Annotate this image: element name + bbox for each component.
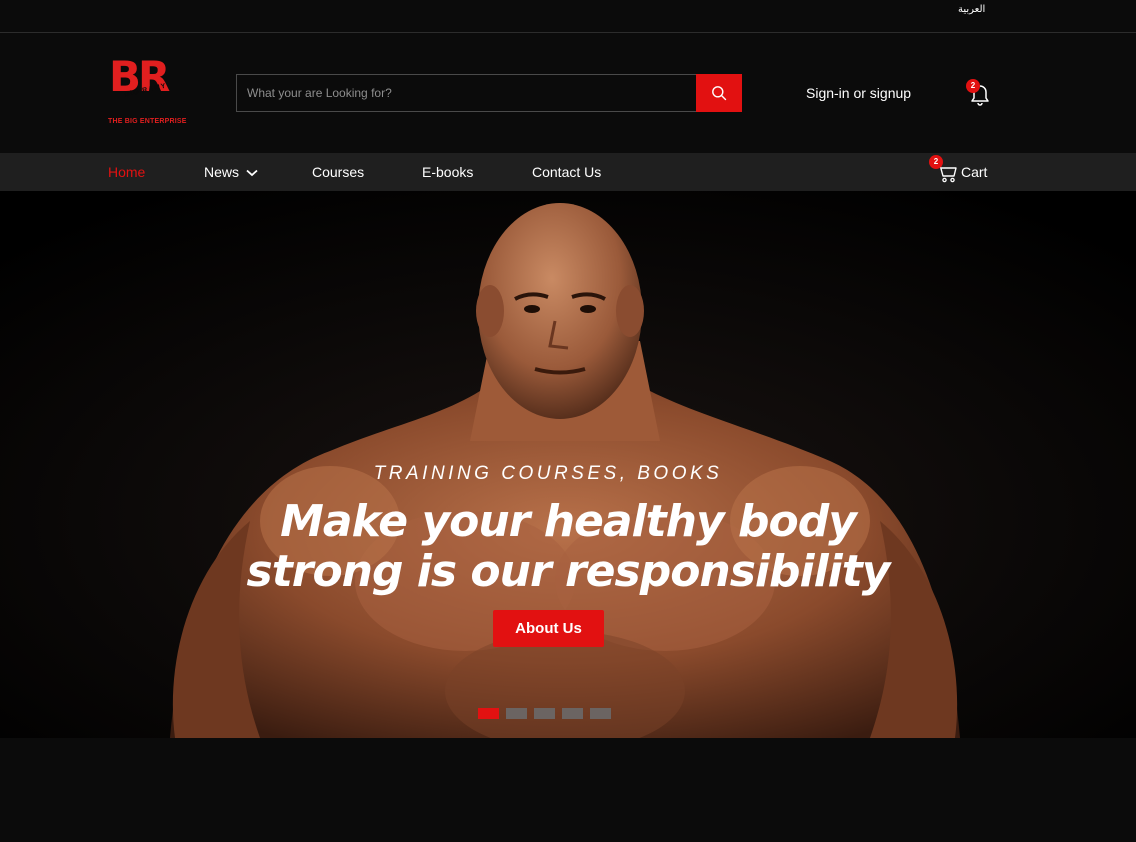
search-bar	[236, 74, 742, 112]
header: BR BIG RAMY THE BIG ENTERPRISE Sign-in o…	[0, 33, 1136, 153]
search-input[interactable]	[236, 74, 696, 112]
search-button[interactable]	[696, 74, 742, 112]
page-body-area	[0, 738, 1136, 842]
hero-title: Make your healthy body strong is our res…	[0, 497, 1136, 597]
slider-dot-3[interactable]	[534, 708, 555, 719]
hero-title-line-2: strong is our responsibility	[246, 546, 891, 597]
hero-subtitle: TRAINING COURSES, BOOKS	[373, 463, 723, 484]
chevron-down-icon	[246, 170, 258, 177]
slider-dot-1[interactable]	[478, 708, 499, 719]
top-bar: العربية	[0, 0, 1136, 33]
nav-item-ebooks[interactable]: E-books	[422, 164, 473, 180]
slider-dot-5[interactable]	[590, 708, 611, 719]
brand-logo[interactable]: BR BIG RAMY THE BIG ENTERPRISE	[106, 54, 186, 130]
search-icon	[712, 86, 727, 101]
cart-count-badge: 2	[929, 155, 943, 169]
main-nav: Home News Courses E-books Contact Us 2 C…	[0, 153, 1136, 191]
cart-button[interactable]: 2 Cart	[929, 155, 996, 186]
notifications-button[interactable]: 2	[966, 79, 992, 107]
logo-tagline: THE BIG ENTERPRISE	[108, 118, 187, 125]
notification-count-badge: 2	[966, 79, 980, 93]
slider-dots	[478, 708, 611, 719]
slider-dot-4[interactable]	[562, 708, 583, 719]
nav-item-news-label: News	[204, 164, 240, 180]
cart-label: Cart	[961, 164, 988, 180]
about-us-button[interactable]: About Us	[493, 610, 604, 647]
language-switch-link[interactable]: العربية	[958, 4, 985, 15]
nav-item-news[interactable]: News	[204, 164, 258, 180]
hero-title-line-1: Make your healthy body	[280, 496, 857, 547]
nav-item-courses[interactable]: Courses	[312, 164, 364, 180]
signin-signup-link[interactable]: Sign-in or signup	[806, 85, 911, 101]
slider-dot-2[interactable]	[506, 708, 527, 719]
nav-item-home[interactable]: Home	[108, 164, 145, 180]
nav-item-contact-us[interactable]: Contact Us	[532, 164, 601, 180]
hero-slider: TRAINING COURSES, BOOKS Make your health…	[0, 191, 1136, 738]
